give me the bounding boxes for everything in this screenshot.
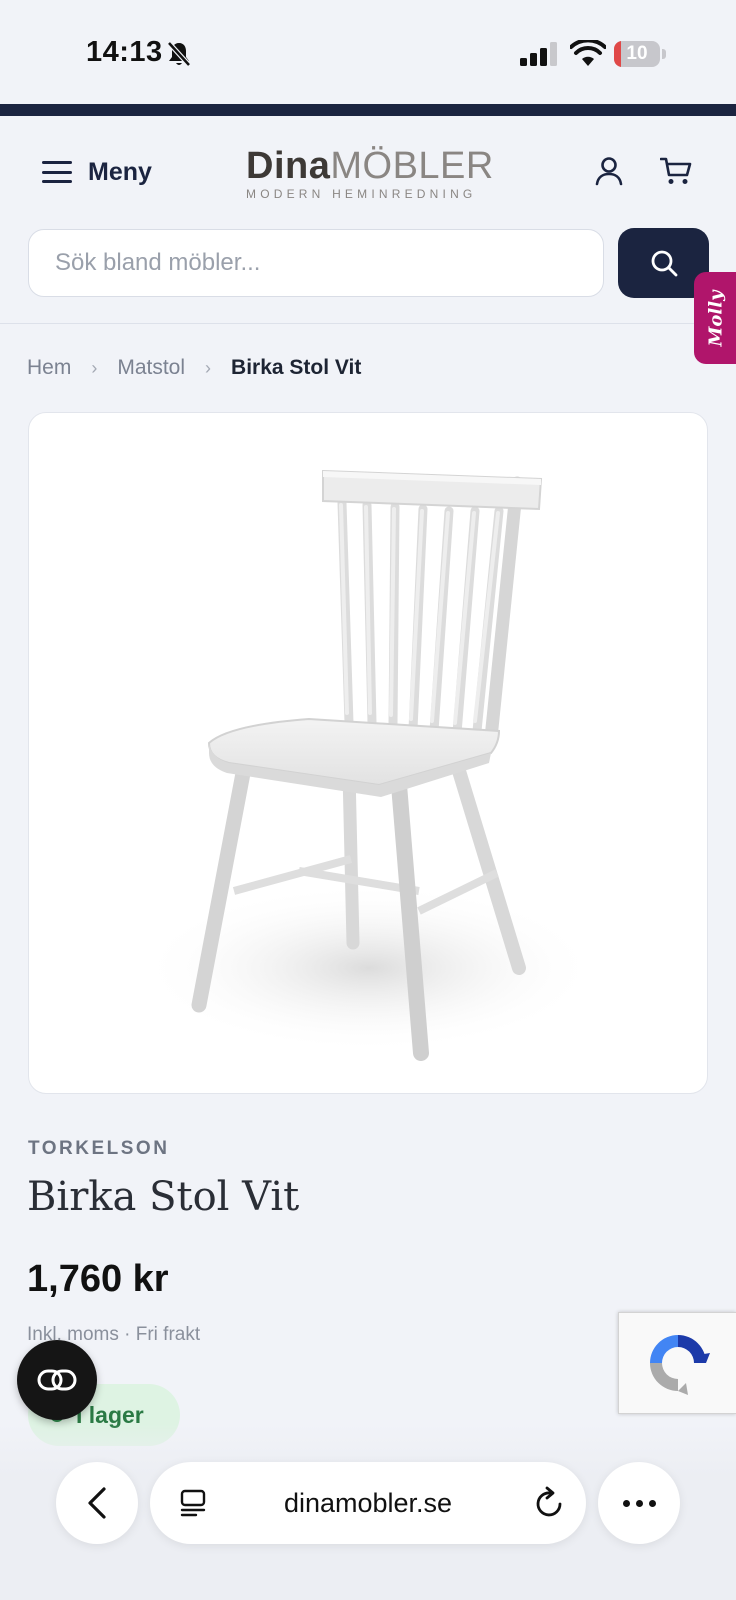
site-logo[interactable]: DinaMÖBLER MODERN HEMINREDNING bbox=[246, 146, 502, 202]
user-icon[interactable] bbox=[594, 156, 624, 186]
product-title: Birka Stol Vit bbox=[27, 1174, 300, 1220]
wifi-icon bbox=[570, 40, 606, 66]
url-text: dinamobler.se bbox=[283, 1488, 453, 1518]
chat-link-icon bbox=[37, 1369, 77, 1391]
battery-icon: 10 bbox=[614, 41, 666, 67]
recaptcha-icon bbox=[649, 1335, 710, 1395]
back-chevron-icon bbox=[88, 1487, 106, 1519]
logo-primary: Dina bbox=[246, 145, 331, 187]
breadcrumb-separator: › bbox=[205, 357, 212, 378]
breadcrumb: Hem › Matstol › Birka Stol Vit bbox=[27, 356, 361, 380]
breadcrumb-separator: › bbox=[91, 357, 98, 378]
product-price: 1,760 kr bbox=[27, 1258, 169, 1300]
bell-slash-icon bbox=[167, 41, 191, 67]
search-input[interactable] bbox=[28, 229, 604, 297]
recaptcha-badge[interactable] bbox=[618, 1312, 736, 1414]
product-brand[interactable]: TORKELSON bbox=[28, 1138, 169, 1160]
status-bar: 14:13 10 bbox=[0, 0, 736, 104]
logo-secondary: MÖBLER bbox=[330, 145, 494, 187]
browser-back-button[interactable] bbox=[56, 1462, 138, 1544]
product-image[interactable] bbox=[28, 412, 708, 1094]
breadcrumb-item-matstol[interactable]: Matstol bbox=[117, 356, 185, 380]
chair-image bbox=[139, 469, 599, 1061]
status-time: 14:13 bbox=[86, 36, 163, 68]
more-options-button[interactable] bbox=[598, 1462, 680, 1544]
header-accent-strip bbox=[0, 104, 736, 116]
site-header: Meny DinaMÖBLER MODERN HEMINREDNING bbox=[0, 116, 736, 324]
cart-icon[interactable] bbox=[660, 156, 692, 186]
molly-label: Molly bbox=[705, 289, 727, 347]
chat-button[interactable] bbox=[17, 1340, 97, 1420]
cellular-signal-icon bbox=[520, 42, 557, 66]
hamburger-icon bbox=[42, 161, 72, 183]
molly-assistant-tab[interactable]: Molly bbox=[694, 272, 736, 364]
breadcrumb-item-hem[interactable]: Hem bbox=[27, 356, 71, 380]
search-icon bbox=[651, 250, 677, 277]
breadcrumb-current: Birka Stol Vit bbox=[231, 356, 362, 379]
more-dots-icon bbox=[622, 1499, 630, 1507]
menu-button[interactable]: Meny bbox=[42, 154, 152, 190]
battery-level: 10 bbox=[626, 43, 648, 64]
logo-tagline: MODERN HEMINREDNING bbox=[246, 187, 477, 201]
reload-icon[interactable] bbox=[534, 1486, 566, 1520]
menu-label: Meny bbox=[88, 157, 152, 186]
address-bar[interactable]: dinamobler.se bbox=[150, 1462, 586, 1544]
